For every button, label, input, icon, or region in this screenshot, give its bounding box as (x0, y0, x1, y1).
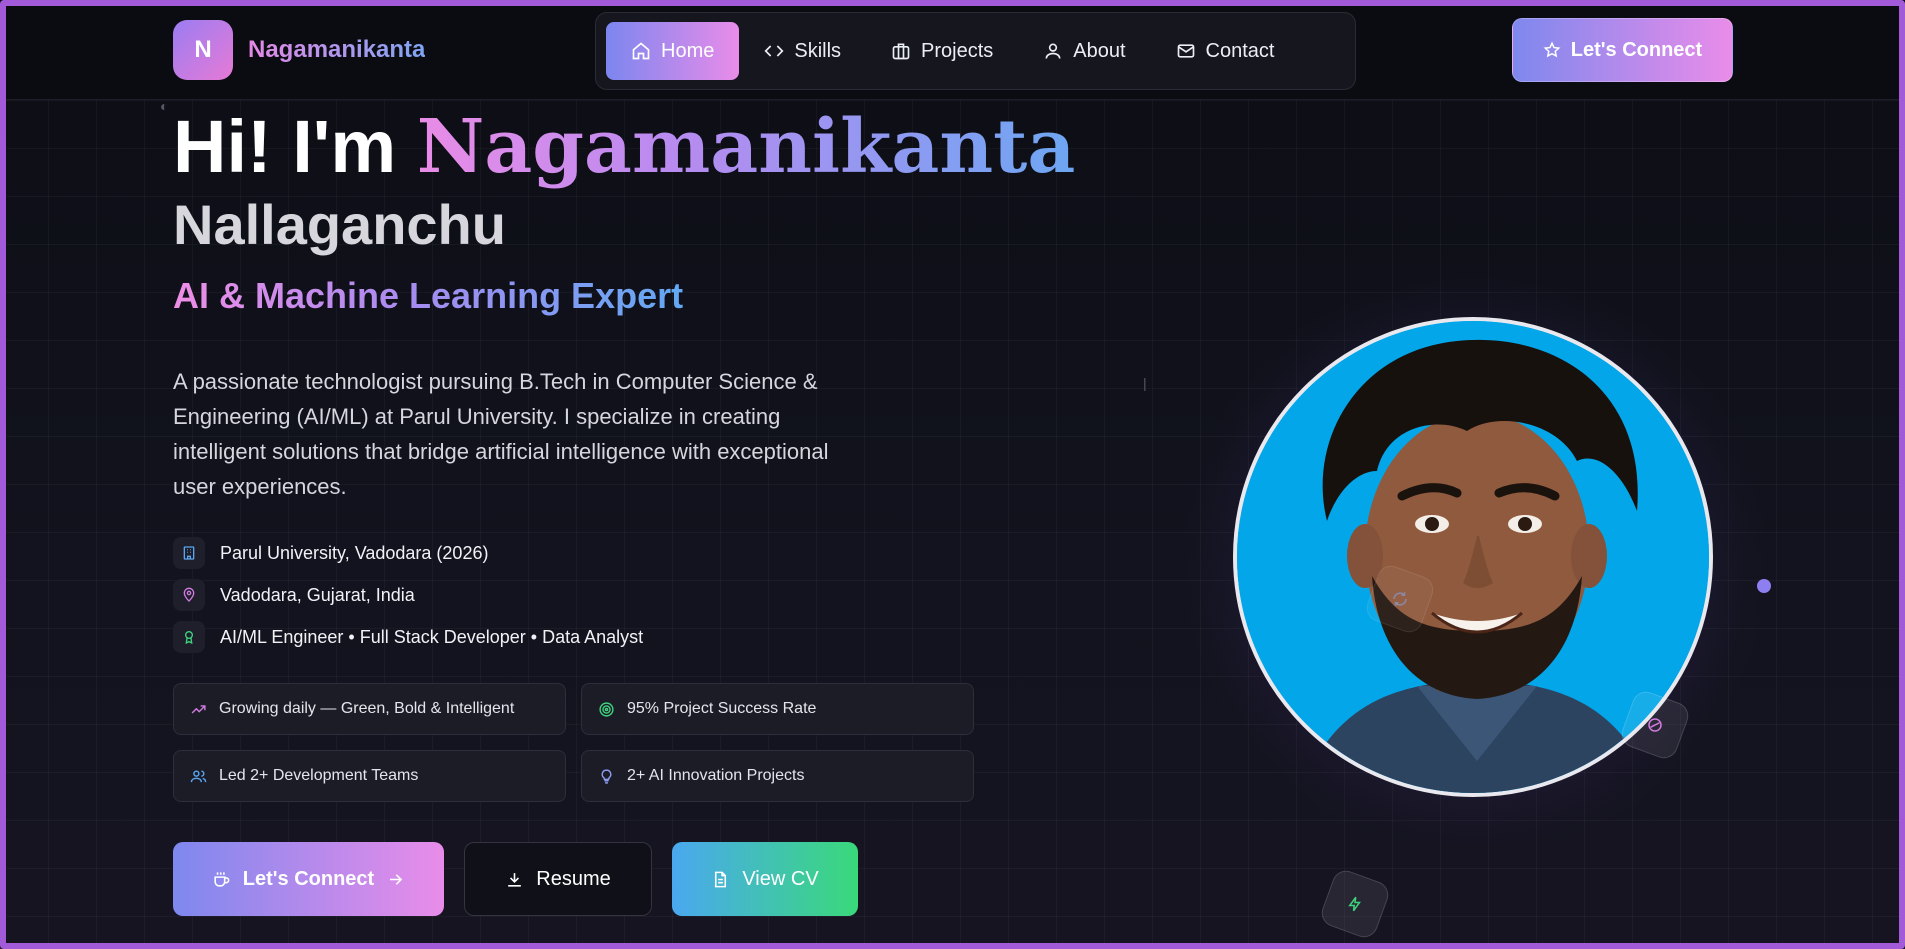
nav-item-label: Contact (1205, 39, 1275, 62)
resume-label: Resume (536, 867, 611, 890)
top-navbar: N Nagamanikanta Home Skills Projects Abo… (6, 6, 1899, 100)
hero-role: AI & Machine Learning Expert (173, 275, 684, 316)
building-icon (173, 537, 205, 569)
nav-item-label: Home (661, 39, 715, 62)
stat-card: Led 2+ Development Teams (173, 750, 566, 802)
nav-item-skills[interactable]: Skills (739, 22, 866, 80)
hero-last-name: Nallaganchu (173, 193, 506, 256)
view-cv-label: View CV (742, 867, 819, 890)
nav-item-contact[interactable]: Contact (1151, 22, 1300, 80)
lets-connect-nav-label: Let's Connect (1570, 38, 1703, 61)
briefcase-icon (892, 43, 910, 60)
users-icon (190, 769, 207, 782)
decorative-dot (1757, 579, 1771, 593)
hero-actions: Let's Connect Resume View CV (173, 842, 858, 916)
stat-card: 95% Project Success Rate (581, 683, 974, 735)
trending-up-icon (191, 704, 206, 714)
target-icon (599, 701, 614, 717)
stat-text: 95% Project Success Rate (627, 700, 817, 717)
brand[interactable]: N Nagamanikanta (173, 20, 425, 80)
lets-connect-label: Let's Connect (242, 867, 375, 890)
nav-item-label: About (1073, 39, 1126, 62)
mail-icon (1177, 44, 1194, 58)
home-icon (632, 42, 650, 60)
stat-text: Growing daily — Green, Bold & Intelligen… (219, 700, 515, 717)
nav-item-label: Projects (921, 39, 994, 62)
fact-text: Vadodara, Gujarat, India (220, 584, 415, 605)
file-text-icon (715, 871, 727, 887)
map-pin-icon (173, 579, 205, 611)
stats-grid: Growing daily — Green, Bold & Intelligen… (173, 683, 974, 802)
hero-description: A passionate technologist pursuing B.Tec… (173, 369, 829, 499)
nav-item-about[interactable]: About (1018, 22, 1150, 80)
stat-text: 2+ AI Innovation Projects (627, 767, 805, 784)
user-icon (1045, 43, 1061, 59)
view-cv-button[interactable]: View CV (672, 842, 858, 916)
slash-circle-icon (1648, 718, 1662, 732)
award-icon (173, 621, 205, 653)
lets-connect-button[interactable]: Let's Connect (173, 842, 444, 916)
stat-text: Led 2+ Development Teams (219, 767, 419, 784)
resume-button[interactable]: Resume (464, 842, 652, 916)
decorative-mark: | (1143, 375, 1147, 391)
coffee-icon (214, 871, 230, 887)
fact-text: Parul University, Vadodara (2026) (220, 542, 489, 563)
hero-first-name: Nagamanikanta (416, 104, 1076, 190)
download-icon (508, 872, 522, 887)
zap-icon (1348, 896, 1361, 912)
brand-logo[interactable]: N (173, 20, 233, 80)
lets-connect-nav-button[interactable]: Let's Connect (1512, 18, 1733, 82)
refresh-icon (1393, 592, 1407, 606)
hero-heading: Hi! I'm Nagamanikanta (173, 104, 1075, 190)
nav-item-home[interactable]: Home (606, 22, 740, 80)
stat-card: 2+ AI Innovation Projects (581, 750, 974, 802)
decorative-mark: ◐ (160, 98, 169, 114)
star-icon (1543, 41, 1561, 58)
fact-item: AI/ML Engineer • Full Stack Developer • … (173, 620, 643, 654)
nav-item-label: Skills (794, 39, 842, 62)
code-icon (764, 45, 784, 57)
nav-menu: Home Skills Projects About Contact (595, 12, 1356, 90)
lightbulb-icon (601, 768, 612, 784)
facts-list: Parul University, Vadodara (2026) Vadoda… (173, 536, 643, 662)
nav-item-projects[interactable]: Projects (866, 22, 1018, 80)
fact-item: Parul University, Vadodara (2026) (173, 536, 643, 570)
arrow-right-icon (390, 873, 403, 885)
stat-card: Growing daily — Green, Bold & Intelligen… (173, 683, 566, 735)
fact-text: AI/ML Engineer • Full Stack Developer • … (220, 626, 644, 647)
fact-item: Vadodara, Gujarat, India (173, 578, 643, 612)
hero-greeting: Hi! I'm (173, 105, 397, 188)
brand-name[interactable]: Nagamanikanta (248, 36, 425, 64)
